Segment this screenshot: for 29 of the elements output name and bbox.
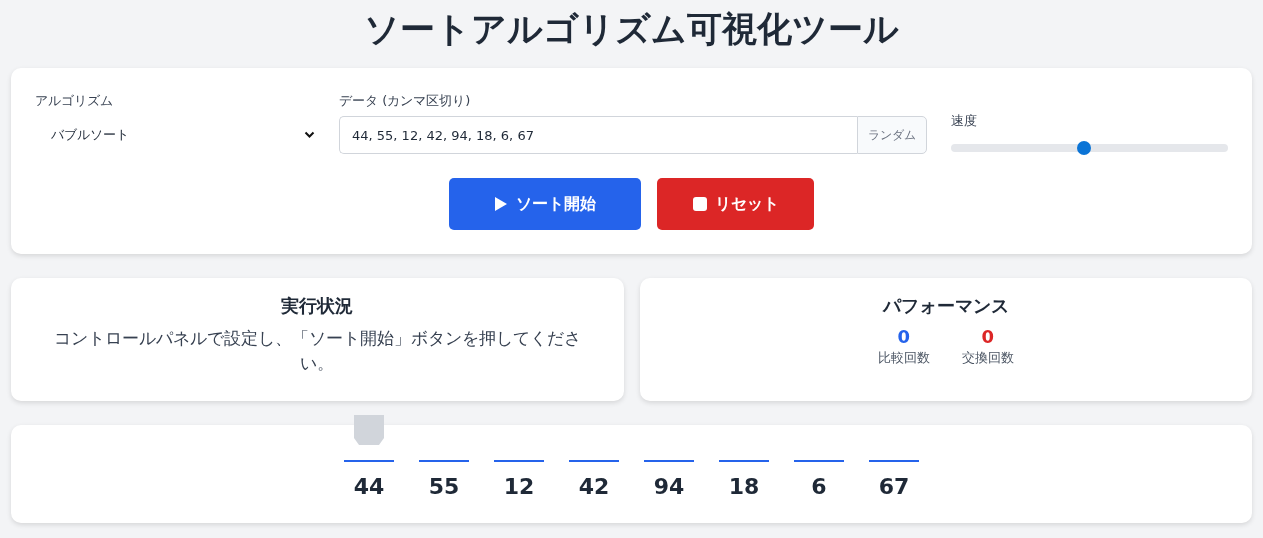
data-label: データ (カンマ区切り) [339,92,471,110]
random-button[interactable]: ランダム [857,116,927,154]
stat-value: 0 [897,326,910,347]
status-message: コントロールパネルで設定し、「ソート開始」ボタンを押してください。 [52,327,582,375]
speed-slider-track[interactable] [951,144,1228,152]
reset-button[interactable]: リセット [657,178,814,230]
stop-icon [692,197,707,211]
array-value: 18 [728,474,760,499]
speed-slider-thumb[interactable] [1076,141,1091,155]
start-sort-button[interactable]: ソート開始 [449,178,641,230]
status-title: 実行状況 [281,294,354,318]
array-value: 12 [503,474,535,499]
array-value: 67 [878,474,910,499]
data-input[interactable]: 44, 55, 12, 42, 94, 18, 6, 67 [339,116,857,154]
stat-value: 0 [981,326,994,347]
play-icon [494,196,508,212]
array-value: 44 [353,474,385,499]
array-value: 94 [653,474,685,499]
array-value: 42 [578,474,610,499]
speed-label: 速度 [951,112,977,130]
page-title: ソートアルゴリズム可視化ツール [364,8,899,51]
algorithm-label: アルゴリズム [35,92,113,110]
performance-title: パフォーマンス [882,294,1009,318]
chevron-down-icon [304,131,315,139]
stat-label: 交換回数 [961,350,1014,367]
algorithm-select[interactable]: バブルソート [35,116,315,154]
array-value: 6 [811,474,827,499]
stat-label: 比較回数 [877,350,930,367]
array-value: 55 [428,474,460,499]
